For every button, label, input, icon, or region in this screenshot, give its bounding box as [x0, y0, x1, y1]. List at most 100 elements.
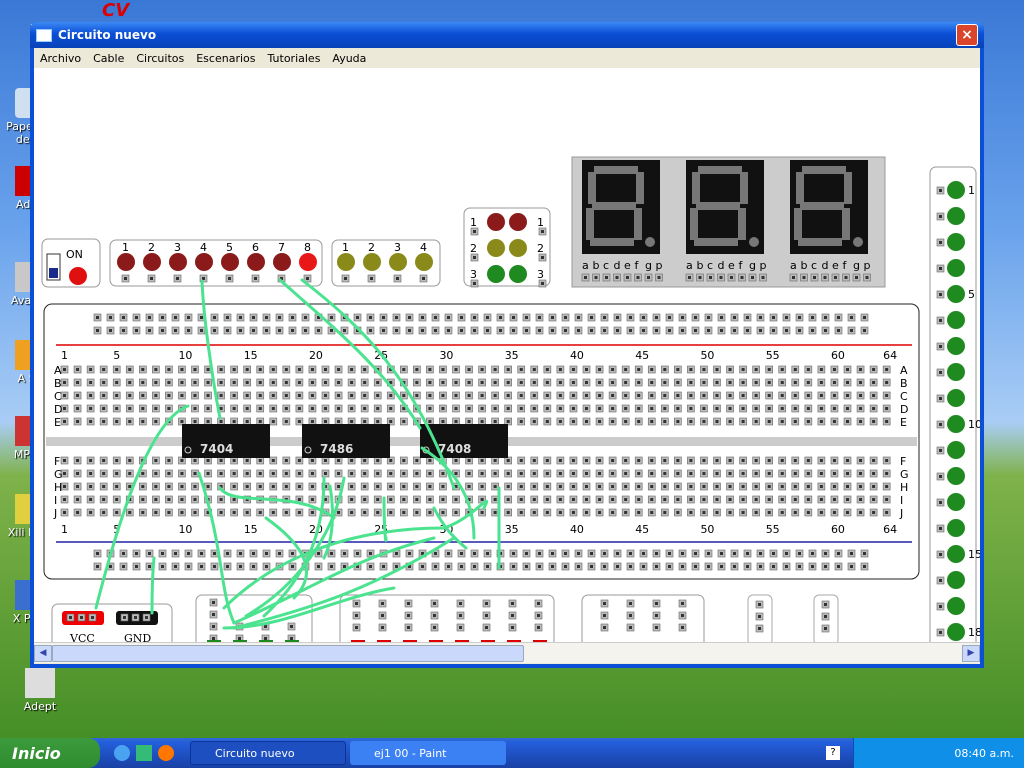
- seg-pin-label: e: [832, 259, 839, 272]
- quick-launch: [114, 741, 184, 765]
- on-label: ON: [66, 248, 83, 261]
- bb-column-label-top: 35: [505, 349, 519, 362]
- bb-column-label-top: 1: [61, 349, 68, 362]
- window-titlebar[interactable]: Circuito nuevo ×: [30, 22, 984, 48]
- circuit-canvas[interactable]: ON 1 2 3 4 5 6 7 8 1 2 3 4 1 1 2 2 3 3 a b c d e f g p a b c d e f g p a b c d…: [34, 68, 980, 642]
- bicolor-label-right: 3: [537, 268, 544, 281]
- bb-column-label-bottom: 1: [61, 523, 68, 536]
- tray-icons[interactable]: [882, 746, 954, 760]
- bb-row-label-left: F: [54, 455, 60, 468]
- bb-column-label-top: 40: [570, 349, 584, 362]
- bb-row-label-right: C: [900, 390, 908, 403]
- red-led-label: 3: [174, 241, 181, 254]
- bb-column-label-bottom: 40: [570, 523, 584, 536]
- bb-row-label-left: E: [54, 416, 61, 429]
- menu-escenarios[interactable]: Escenarios: [190, 52, 261, 65]
- right-led-number: 5: [968, 288, 975, 301]
- circuit-window: Circuito nuevo × Archivo Cable Circuitos…: [30, 22, 984, 668]
- vcc-label: VCC: [69, 632, 95, 642]
- bb-column-label-bottom: 60: [831, 523, 845, 536]
- bicolor-label-right: 2: [537, 242, 544, 255]
- menu-cable[interactable]: Cable: [87, 52, 130, 65]
- yellow-led: [415, 253, 433, 271]
- bb-column-label-top: 50: [700, 349, 714, 362]
- yellow-led-label: 4: [420, 241, 427, 254]
- right-led-number: 18: [968, 626, 980, 639]
- bb-column-label-top: 20: [309, 349, 323, 362]
- seg-pin-label: p: [864, 259, 871, 272]
- bicolor-led: [509, 213, 527, 231]
- seg-pin-label: e: [728, 259, 735, 272]
- bb-row-label-right: A: [900, 364, 908, 377]
- gnd-label: GND: [124, 632, 151, 642]
- bb-row-label-left: H: [54, 481, 62, 494]
- taskbar: Inicio Circuito nuevo ej1 00 - Paint ? 0…: [0, 738, 1024, 768]
- clock: 08:40 a.m.: [954, 746, 1014, 760]
- scroll-thumb[interactable]: [52, 645, 524, 662]
- yellow-led-label: 3: [394, 241, 401, 254]
- explorer-icon[interactable]: [136, 745, 152, 761]
- right-led: [947, 493, 965, 511]
- bb-row-label-right: E: [900, 416, 907, 429]
- firefox-icon[interactable]: [158, 745, 174, 761]
- bb-row-label-right: J: [899, 507, 903, 520]
- bb-row-label-right: H: [900, 481, 908, 494]
- bb-column-label-top: 45: [635, 349, 649, 362]
- menu-circuitos[interactable]: Circuitos: [130, 52, 190, 65]
- task-paint[interactable]: ej1 00 - Paint: [350, 741, 506, 765]
- chip-label: 7404: [200, 442, 233, 456]
- menu-archivo[interactable]: Archivo: [34, 52, 87, 65]
- scroll-right-arrow-icon[interactable]: ▶: [962, 645, 980, 662]
- adept-icon[interactable]: Adept: [10, 668, 70, 713]
- seg-pin-label: b: [697, 259, 704, 272]
- bicolor-led: [509, 239, 527, 257]
- right-led: [947, 415, 965, 433]
- bicolor-label-left: 1: [470, 216, 477, 229]
- horizontal-scrollbar[interactable]: ◀ ▶: [34, 642, 980, 663]
- red-led-label: 6: [252, 241, 259, 254]
- bb-row-label-left: G: [54, 468, 63, 481]
- seg-pin-label: c: [707, 259, 713, 272]
- scroll-left-arrow-icon[interactable]: ◀: [34, 645, 52, 662]
- bb-column-label-top: 55: [766, 349, 780, 362]
- right-led: [947, 337, 965, 355]
- right-led-number: 1: [968, 184, 975, 197]
- right-led: [947, 389, 965, 407]
- ie-icon[interactable]: [114, 745, 130, 761]
- bb-column-label-top: 60: [831, 349, 845, 362]
- bb-column-label-top: 64: [883, 349, 897, 362]
- seg-pin-label: g: [645, 259, 652, 272]
- help-icon[interactable]: ?: [826, 746, 840, 760]
- yellow-led: [363, 253, 381, 271]
- task-circuito[interactable]: Circuito nuevo: [190, 741, 346, 765]
- red-led-label: 2: [148, 241, 155, 254]
- red-led-label: 1: [122, 241, 129, 254]
- close-button[interactable]: ×: [956, 24, 978, 46]
- red-led: [169, 253, 187, 271]
- circuit-board-svg[interactable]: ON1 2 3 4 5 6 7 8 1 2 3 41 12 23 3a b c d e f g p a b c d e f g p a b c d…: [34, 68, 980, 642]
- bb-row-label-right: B: [900, 377, 908, 390]
- right-led: [947, 233, 965, 251]
- seg-pin-label: g: [853, 259, 860, 272]
- menu-tutoriales[interactable]: Tutoriales: [261, 52, 326, 65]
- seg-pin-label: d: [822, 259, 829, 272]
- seg-pin-label: p: [656, 259, 663, 272]
- seg-pin-label: a: [686, 259, 693, 272]
- bb-column-label-bottom: 50: [700, 523, 714, 536]
- red-led-label: 8: [304, 241, 311, 254]
- red-led-label: 4: [200, 241, 207, 254]
- right-led: [947, 467, 965, 485]
- bb-row-label-right: I: [900, 494, 903, 507]
- bicolor-led: [509, 265, 527, 283]
- seg-pin-label: d: [614, 259, 621, 272]
- start-button[interactable]: Inicio: [0, 738, 100, 768]
- bb-column-label-bottom: 64: [883, 523, 897, 536]
- seg-pin-label: a: [790, 259, 797, 272]
- seg-pin-label: a: [582, 259, 589, 272]
- right-led: [947, 597, 965, 615]
- bb-column-label-bottom: 45: [635, 523, 649, 536]
- seg-pin-label: d: [718, 259, 725, 272]
- red-led-label: 7: [278, 241, 285, 254]
- menu-ayuda[interactable]: Ayuda: [326, 52, 372, 65]
- right-led: [947, 363, 965, 381]
